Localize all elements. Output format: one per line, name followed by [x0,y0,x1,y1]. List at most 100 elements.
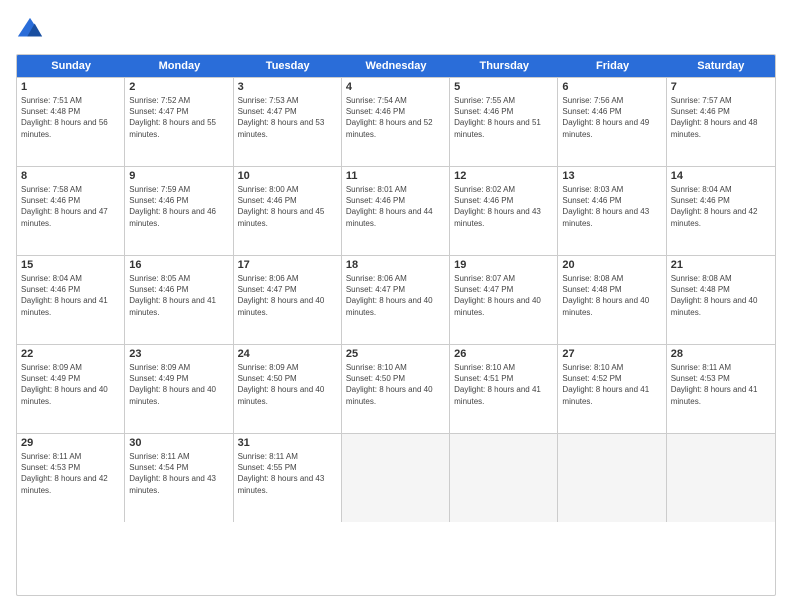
calendar-cell: 20 Sunrise: 8:08 AMSunset: 4:48 PMDayligh… [558,256,666,344]
calendar-cell [558,434,666,522]
day-number: 21 [671,259,771,271]
day-of-week-friday: Friday [558,55,666,77]
calendar-cell: 16 Sunrise: 8:05 AMSunset: 4:46 PMDayligh… [125,256,233,344]
calendar-cell: 14Sunrise: 8:04 AMSunset: 4:46 PMDayligh… [667,167,775,255]
calendar-cell: 4Sunrise: 7:54 AMSunset: 4:46 PMDaylight… [342,78,450,166]
day-of-week-saturday: Saturday [667,55,775,77]
calendar-cell: 13 Sunrise: 8:03 AMSunset: 4:46 PMDayligh… [558,167,666,255]
calendar: SundayMondayTuesdayWednesdayThursdayFrid… [16,54,776,596]
day-info: Sunrise: 8:03 AMSunset: 4:46 PMDaylight:… [562,184,661,229]
day-number: 23 [129,348,228,360]
calendar-row-0: 1 Sunrise: 7:51 AMSunset: 4:48 PMDaylight… [17,77,775,166]
day-info: Sunrise: 8:01 AMSunset: 4:46 PMDaylight:… [346,184,445,229]
day-info: Sunrise: 8:10 AMSunset: 4:52 PMDaylight:… [562,362,661,407]
day-info: Sunrise: 8:09 AMSunset: 4:50 PMDaylight:… [238,362,337,407]
day-number: 4 [346,81,445,93]
day-info: Sunrise: 8:11 AMSunset: 4:53 PMDaylight:… [21,451,120,496]
calendar-cell: 3Sunrise: 7:53 AMSunset: 4:47 PMDaylight… [234,78,342,166]
day-number: 14 [671,170,771,182]
day-number: 31 [238,437,337,449]
day-info: Sunrise: 8:07 AMSunset: 4:47 PMDaylight:… [454,273,553,318]
day-info: Sunrise: 7:58 AMSunset: 4:46 PMDaylight:… [21,184,120,229]
day-info: Sunrise: 8:06 AMSunset: 4:47 PMDaylight:… [346,273,445,318]
day-info: Sunrise: 8:08 AMSunset: 4:48 PMDaylight:… [562,273,661,318]
calendar-cell: 19 Sunrise: 8:07 AMSunset: 4:47 PMDayligh… [450,256,558,344]
day-number: 22 [21,348,120,360]
day-number: 18 [346,259,445,271]
calendar-cell: 18 Sunrise: 8:06 AMSunset: 4:47 PMDayligh… [342,256,450,344]
day-info: Sunrise: 7:59 AMSunset: 4:46 PMDaylight:… [129,184,228,229]
day-number: 30 [129,437,228,449]
day-info: Sunrise: 7:55 AMSunset: 4:46 PMDaylight:… [454,95,553,140]
calendar-cell: 31 Sunrise: 8:11 AMSunset: 4:55 PMDayligh… [234,434,342,522]
calendar-cell: 17 Sunrise: 8:06 AMSunset: 4:47 PMDayligh… [234,256,342,344]
day-info: Sunrise: 8:10 AMSunset: 4:50 PMDaylight:… [346,362,445,407]
day-of-week-sunday: Sunday [17,55,125,77]
day-info: Sunrise: 7:57 AMSunset: 4:46 PMDaylight:… [671,95,771,140]
calendar-cell: 24 Sunrise: 8:09 AMSunset: 4:50 PMDayligh… [234,345,342,433]
day-number: 20 [562,259,661,271]
calendar-cell: 27 Sunrise: 8:10 AMSunset: 4:52 PMDayligh… [558,345,666,433]
day-info: Sunrise: 8:05 AMSunset: 4:46 PMDaylight:… [129,273,228,318]
day-number: 13 [562,170,661,182]
calendar-cell [342,434,450,522]
day-number: 11 [346,170,445,182]
calendar-cell: 10 Sunrise: 8:00 AMSunset: 4:46 PMDayligh… [234,167,342,255]
day-number: 17 [238,259,337,271]
day-number: 16 [129,259,228,271]
day-info: Sunrise: 8:11 AMSunset: 4:55 PMDaylight:… [238,451,337,496]
day-number: 7 [671,81,771,93]
day-info: Sunrise: 8:00 AMSunset: 4:46 PMDaylight:… [238,184,337,229]
calendar-cell: 2 Sunrise: 7:52 AMSunset: 4:47 PMDaylight… [125,78,233,166]
day-number: 15 [21,259,120,271]
day-number: 25 [346,348,445,360]
calendar-cell: 22 Sunrise: 8:09 AMSunset: 4:49 PMDayligh… [17,345,125,433]
calendar-cell: 7 Sunrise: 7:57 AMSunset: 4:46 PMDaylight… [667,78,775,166]
calendar-cell: 6 Sunrise: 7:56 AMSunset: 4:46 PMDaylight… [558,78,666,166]
day-info: Sunrise: 8:09 AMSunset: 4:49 PMDaylight:… [21,362,120,407]
calendar-cell: 26 Sunrise: 8:10 AMSunset: 4:51 PMDayligh… [450,345,558,433]
day-of-week-thursday: Thursday [450,55,558,77]
day-info: Sunrise: 8:10 AMSunset: 4:51 PMDaylight:… [454,362,553,407]
calendar-cell: 5 Sunrise: 7:55 AMSunset: 4:46 PMDaylight… [450,78,558,166]
day-info: Sunrise: 8:11 AMSunset: 4:54 PMDaylight:… [129,451,228,496]
calendar-cell: 23 Sunrise: 8:09 AMSunset: 4:49 PMDayligh… [125,345,233,433]
day-number: 24 [238,348,337,360]
day-info: Sunrise: 7:51 AMSunset: 4:48 PMDaylight:… [21,95,120,140]
calendar-row-1: 8Sunrise: 7:58 AMSunset: 4:46 PMDaylight… [17,166,775,255]
day-info: Sunrise: 8:09 AMSunset: 4:49 PMDaylight:… [129,362,228,407]
day-info: Sunrise: 8:04 AMSunset: 4:46 PMDaylight:… [21,273,120,318]
day-number: 1 [21,81,120,93]
calendar-cell: 9 Sunrise: 7:59 AMSunset: 4:46 PMDaylight… [125,167,233,255]
calendar-cell: 28Sunrise: 8:11 AMSunset: 4:53 PMDayligh… [667,345,775,433]
day-number: 27 [562,348,661,360]
calendar-cell: 12Sunrise: 8:02 AMSunset: 4:46 PMDayligh… [450,167,558,255]
day-number: 26 [454,348,553,360]
calendar-row-4: 29 Sunrise: 8:11 AMSunset: 4:53 PMDayligh… [17,433,775,522]
calendar-header: SundayMondayTuesdayWednesdayThursdayFrid… [17,55,775,77]
calendar-cell: 15 Sunrise: 8:04 AMSunset: 4:46 PMDayligh… [17,256,125,344]
day-number: 9 [129,170,228,182]
day-of-week-monday: Monday [125,55,233,77]
day-of-week-wednesday: Wednesday [342,55,450,77]
calendar-body: 1 Sunrise: 7:51 AMSunset: 4:48 PMDaylight… [17,77,775,522]
calendar-row-3: 22 Sunrise: 8:09 AMSunset: 4:49 PMDayligh… [17,344,775,433]
day-number: 5 [454,81,553,93]
day-number: 3 [238,81,337,93]
logo-icon [16,16,44,44]
day-info: Sunrise: 7:56 AMSunset: 4:46 PMDaylight:… [562,95,661,140]
day-number: 10 [238,170,337,182]
calendar-cell: 25 Sunrise: 8:10 AMSunset: 4:50 PMDayligh… [342,345,450,433]
calendar-row-2: 15 Sunrise: 8:04 AMSunset: 4:46 PMDayligh… [17,255,775,344]
day-number: 12 [454,170,553,182]
day-number: 6 [562,81,661,93]
calendar-cell: 1 Sunrise: 7:51 AMSunset: 4:48 PMDaylight… [17,78,125,166]
calendar-cell: 21Sunrise: 8:08 AMSunset: 4:48 PMDayligh… [667,256,775,344]
calendar-cell [450,434,558,522]
day-number: 2 [129,81,228,93]
day-info: Sunrise: 7:52 AMSunset: 4:47 PMDaylight:… [129,95,228,140]
day-number: 19 [454,259,553,271]
page: SundayMondayTuesdayWednesdayThursdayFrid… [0,0,792,612]
day-info: Sunrise: 8:06 AMSunset: 4:47 PMDaylight:… [238,273,337,318]
day-number: 29 [21,437,120,449]
